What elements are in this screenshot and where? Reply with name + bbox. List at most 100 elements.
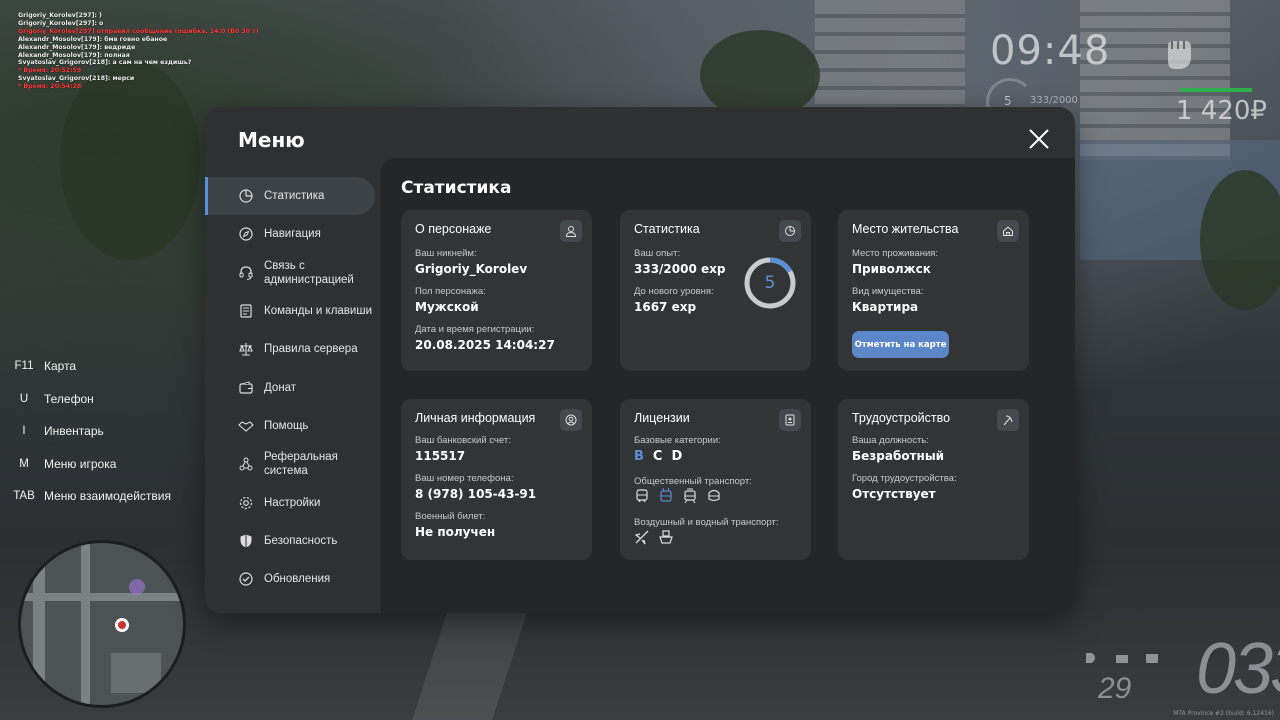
pie-chart-icon: [779, 220, 801, 242]
stats-card: Статистика Ваш опыт: 333/2000 exp До нов…: [620, 210, 811, 371]
residence-label: Место проживания:: [852, 248, 939, 259]
sidebar-item[interactable]: Донат: [205, 368, 381, 406]
chat-line: Alexandr_Mosolov[179]: ведриде: [18, 43, 136, 51]
boat-icon: [658, 529, 674, 545]
fuel-readout: 29: [1098, 672, 1132, 705]
hotkey-item: U Телефон: [10, 383, 171, 416]
hud-clock: 09:48: [990, 28, 1111, 74]
pie-chart-icon: [238, 188, 254, 204]
hotkey-label: Меню игрока: [44, 456, 117, 471]
card-title: Лицензии: [634, 411, 690, 425]
registration-value: 20.08.2025 14:04:27: [415, 338, 555, 352]
registration-label: Дата и время регистрации:: [415, 324, 535, 335]
card-title: Статистика: [634, 222, 700, 236]
nickname-value: Grigoriy_Korolev: [415, 262, 528, 276]
headlight-icon: [1084, 650, 1100, 664]
card-title: Трудоустройство: [852, 411, 951, 425]
close-button[interactable]: [1027, 127, 1051, 151]
battery-icon: [1114, 650, 1130, 664]
sidebar-item-label: Реферальная система: [264, 451, 338, 478]
sidebar-item-label: Помощь: [264, 419, 309, 432]
speedometer: 033: [1196, 629, 1280, 709]
chat-line: Grigoriy_Korolev[297]: о: [18, 19, 104, 27]
building-background: [1080, 0, 1230, 160]
air-water-transport-icons: [634, 529, 674, 545]
document-icon: [238, 303, 254, 319]
close-icon: [1029, 129, 1049, 149]
exp-value: 333/2000 exp: [634, 262, 726, 276]
user-icon: [560, 220, 582, 242]
license-category: D: [671, 449, 683, 464]
hotkey-label: Инвентарь: [44, 424, 104, 439]
trolleybus-icon: [658, 487, 674, 504]
phone-label: Ваш номер телефона:: [415, 473, 514, 484]
residence-card: Место жительства Место проживания: Приво…: [838, 210, 1029, 371]
license-categories: BCD: [634, 449, 682, 464]
dashboard-icons: [1084, 650, 1160, 664]
position-label: Ваша должность:: [852, 435, 929, 446]
engine-icon: [1144, 650, 1160, 664]
hotkey-item: M Меню игрока: [10, 448, 171, 481]
sidebar-item[interactable]: Безопасность: [205, 522, 381, 560]
tree-background: [1200, 170, 1280, 310]
exp-label: Ваш опыт:: [634, 248, 681, 259]
pickaxe-icon: [997, 409, 1019, 431]
sidebar-item[interactable]: Правила сервера: [205, 330, 381, 368]
card-title: Личная информация: [415, 411, 536, 425]
chat-line: Svyatoslav_Grigorov[218]: мерси: [18, 75, 135, 83]
sidebar-item[interactable]: Реферальная система: [205, 445, 381, 483]
public-transport-icons: [634, 487, 722, 504]
next-level-value: 1667 exp: [634, 300, 697, 314]
sidebar-item[interactable]: Помощь: [205, 407, 381, 445]
sidebar-item-label: Статистика: [264, 190, 325, 203]
sidebar-item[interactable]: Обновления: [205, 560, 381, 598]
wallet-icon: [238, 380, 254, 396]
network-icon: [238, 456, 254, 472]
hotkey-item: TAB Меню взаимодействия: [10, 480, 171, 513]
gender-value: Мужской: [415, 300, 479, 314]
gender-label: Пол персонажа:: [415, 286, 486, 297]
chat-line: * Время: 20:54:28: [18, 83, 82, 91]
work-city-label: Город трудоустройства:: [852, 473, 957, 484]
hotkey-label: Карта: [44, 359, 77, 374]
sidebar-item-label: Донат: [264, 381, 297, 394]
sidebar-item[interactable]: Навигация: [205, 215, 381, 253]
plane-icon: [634, 529, 650, 545]
mark-on-map-button[interactable]: Отметить на карте: [852, 331, 949, 358]
personal-info-card: Личная информация Ваш банковский счет: 1…: [401, 399, 592, 560]
hud-money: 1 420₽: [1176, 96, 1267, 126]
bank-account-label: Ваш банковский счет:: [415, 435, 511, 446]
hotkey-label: Телефон: [44, 391, 94, 406]
military-id-label: Военный билет:: [415, 511, 486, 522]
player-marker-icon: [129, 579, 145, 595]
sidebar-item[interactable]: Команды и клавиши: [205, 292, 381, 330]
sidebar-item-label: Обновления: [264, 573, 331, 586]
chat-line: Grigoriy_Korolev[297] отправил сообщение…: [18, 27, 259, 35]
next-level-label: До нового уровня:: [634, 286, 714, 297]
sidebar-item[interactable]: Статистика: [205, 177, 375, 216]
nickname-label: Ваш никнейм:: [415, 248, 477, 259]
sidebar-item[interactable]: Связь с администрацией: [205, 254, 381, 292]
hotkey-key: I: [22, 425, 26, 438]
sidebar-item[interactable]: Настройки: [205, 483, 381, 521]
sidebar-item-label: Навигация: [264, 228, 321, 241]
shield-icon: [238, 533, 254, 549]
home-icon: [997, 220, 1019, 242]
phone-value: 8 (978) 105-43-91: [415, 487, 537, 501]
sidebar-item-label: Безопасность: [264, 534, 338, 547]
hud-exp: 333/2000: [1030, 95, 1078, 106]
hotkey-key: F11: [14, 360, 34, 373]
tram-icon: [682, 488, 698, 504]
check-circle-icon: [238, 571, 254, 587]
sidebar-item-label: Правила сервера: [264, 343, 358, 356]
location-marker-icon: [115, 618, 129, 632]
chat-line: Grigoriy_Korolev[297]: ): [18, 12, 102, 19]
headset-icon: [238, 265, 254, 281]
fist-icon: [1160, 32, 1196, 72]
employment-card: Трудоустройство Ваша должность: Безработ…: [838, 399, 1029, 560]
hotkey-key: TAB: [13, 490, 35, 503]
level-value: 5: [764, 273, 776, 293]
chat-log: Grigoriy_Korolev[297]: ) Grigoriy_Korolev…: [18, 12, 259, 91]
user-circle-icon: [560, 409, 582, 431]
sidebar-item-label: Настройки: [264, 496, 321, 509]
